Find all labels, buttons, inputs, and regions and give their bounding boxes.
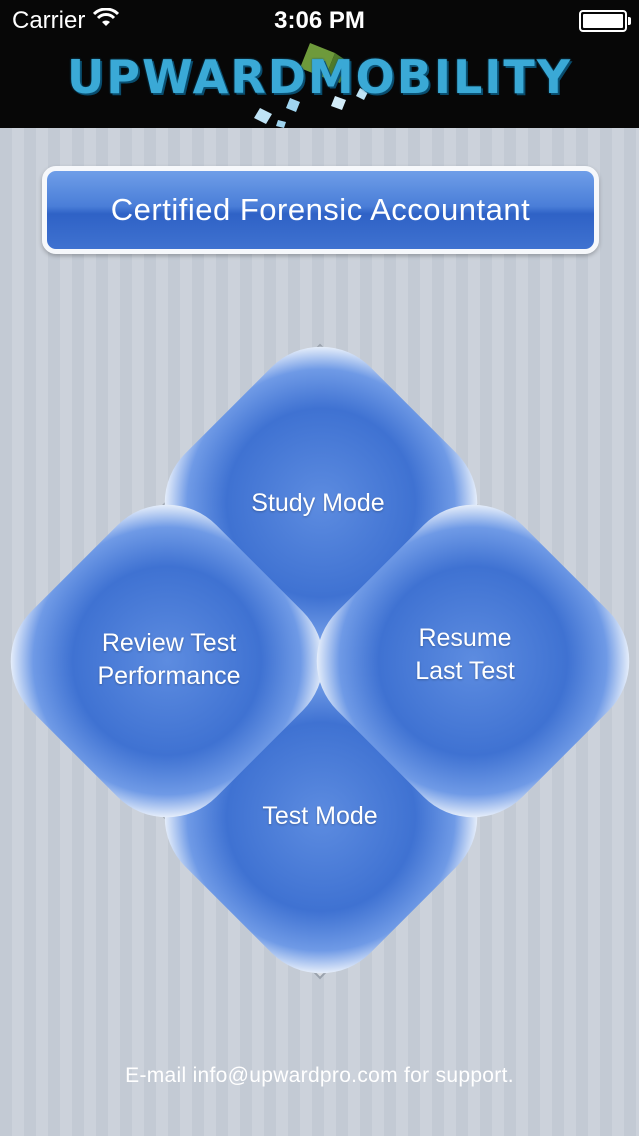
- app-logo: UPWARDMOBILITY: [66, 50, 573, 104]
- status-bar: Carrier 3:06 PM: [0, 0, 639, 42]
- resume-last-test-button[interactable]: [362, 575, 582, 745]
- app-header: Carrier 3:06 PM UPWARDMOBILITY: [0, 0, 639, 128]
- review-test-performance-button[interactable]: [60, 575, 280, 745]
- study-mode-button[interactable]: [210, 420, 430, 590]
- support-footer: E-mail info@upwardpro.com for support.: [125, 1064, 514, 1087]
- status-time: 3:06 PM: [274, 7, 365, 34]
- test-mode-button[interactable]: [210, 735, 430, 905]
- battery-icon: [579, 10, 631, 32]
- course-title-button[interactable]: Certified Forensic Accountant: [42, 166, 599, 254]
- status-right: [579, 10, 631, 32]
